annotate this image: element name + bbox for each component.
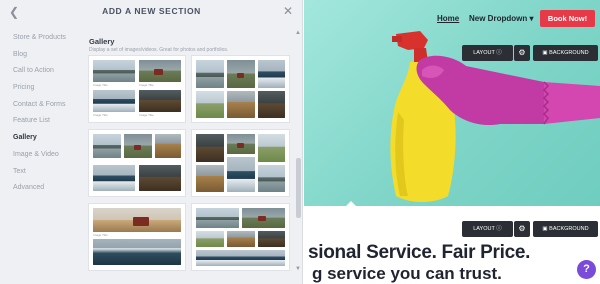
gallery-thumbnail xyxy=(93,208,181,232)
help-button[interactable]: ? xyxy=(577,260,596,279)
add-section-panel: ❮ ADD A NEW SECTION ✕ Store & Products B… xyxy=(0,0,303,284)
gallery-thumbnail xyxy=(139,165,181,191)
book-now-button[interactable]: Book Now! xyxy=(540,10,595,27)
gallery-thumbnail xyxy=(227,134,255,154)
background-button-2[interactable]: ▣ BACKGROUND xyxy=(533,221,598,237)
image-caption: Image Title xyxy=(93,113,108,117)
gallery-thumbnail xyxy=(93,134,121,158)
section-headline: sional Service. Fair Price. xyxy=(308,242,531,263)
gallery-thumbnail xyxy=(258,231,285,247)
category-call-to-action[interactable]: Call to Action xyxy=(0,63,82,80)
section-title: Gallery xyxy=(89,37,115,46)
gallery-thumbnail xyxy=(258,165,285,192)
scroll-up-icon[interactable]: ▲ xyxy=(295,30,301,36)
category-image-video[interactable]: Image & Video xyxy=(0,147,82,164)
section-divider-notch xyxy=(344,201,358,208)
gallery-thumbnail xyxy=(227,60,255,88)
scroll-thumb[interactable] xyxy=(296,158,301,218)
close-icon[interactable]: ✕ xyxy=(283,5,295,17)
image-caption: Image Title xyxy=(139,113,154,117)
category-gallery[interactable]: Gallery xyxy=(0,130,82,147)
gear-icon[interactable]: ⚙ xyxy=(514,221,530,237)
section-subheadline: g service you can trust. xyxy=(312,264,502,283)
nav-home-link[interactable]: Home xyxy=(437,14,459,23)
chevron-down-icon: ▾ xyxy=(527,14,534,23)
image-icon: ▣ xyxy=(542,226,548,232)
gallery-template-6[interactable] xyxy=(192,204,289,270)
gallery-template-2[interactable] xyxy=(192,56,289,122)
gallery-thumbnail xyxy=(258,60,285,88)
gallery-thumbnail xyxy=(139,60,181,82)
category-pricing[interactable]: Pricing xyxy=(0,80,82,97)
gallery-thumbnail xyxy=(93,239,181,265)
background-label: BACKGROUND xyxy=(549,226,589,232)
layout-label: LAYOUT xyxy=(473,226,495,232)
gallery-templates: Gallery Display a set of images/videos. … xyxy=(82,24,294,284)
gallery-thumbnail xyxy=(258,91,285,118)
page-preview: Home New Dropdown ▾ Book Now! LAYOUT ⓘ ⚙… xyxy=(304,0,600,284)
gallery-thumbnail xyxy=(196,165,224,192)
gallery-thumbnail xyxy=(227,231,255,247)
gallery-thumbnail xyxy=(227,91,255,118)
section-description: Display a set of images/videos. Great fo… xyxy=(89,47,229,53)
panel-scrollbar[interactable]: ▲ ▼ xyxy=(294,30,303,276)
category-contact-forms[interactable]: Contact & Forms xyxy=(0,97,82,114)
category-store-products[interactable]: Store & Products xyxy=(0,30,82,47)
gallery-thumbnail xyxy=(242,208,285,228)
gallery-thumbnail xyxy=(227,157,255,192)
background-button[interactable]: ▣ BACKGROUND xyxy=(533,45,598,61)
gallery-thumbnail xyxy=(93,165,135,191)
layout-button-2[interactable]: LAYOUT ⓘ xyxy=(462,221,513,237)
image-caption: Image Title xyxy=(93,83,108,87)
gallery-thumbnail xyxy=(124,134,152,158)
gallery-thumbnail xyxy=(155,134,181,158)
image-icon: ▣ xyxy=(542,50,548,56)
gallery-thumbnail xyxy=(139,90,181,112)
nav-dropdown-label: New Dropdown xyxy=(469,14,528,23)
gallery-thumbnail xyxy=(196,231,224,247)
panel-header: ❮ ADD A NEW SECTION ✕ xyxy=(0,0,303,24)
category-feature-list[interactable]: Feature List xyxy=(0,113,82,130)
category-advanced[interactable]: Advanced xyxy=(0,180,82,197)
gallery-thumbnail xyxy=(196,91,224,118)
gallery-template-1[interactable]: Image Title Image Title Image Title Imag… xyxy=(89,56,185,122)
gear-icon[interactable]: ⚙ xyxy=(514,45,530,61)
panel-title: ADD A NEW SECTION xyxy=(102,6,201,16)
info-icon: ⓘ xyxy=(496,50,502,56)
nav-dropdown[interactable]: New Dropdown ▾ xyxy=(469,14,533,23)
gallery-thumbnail xyxy=(93,90,135,112)
info-icon: ⓘ xyxy=(496,226,502,232)
gallery-thumbnail xyxy=(196,250,285,266)
gallery-thumbnail xyxy=(93,60,135,82)
gallery-template-3[interactable] xyxy=(89,130,185,196)
layout-button[interactable]: LAYOUT ⓘ xyxy=(462,45,513,61)
gallery-thumbnail xyxy=(196,60,224,88)
background-label: BACKGROUND xyxy=(549,50,589,56)
gallery-thumbnail xyxy=(196,208,239,228)
image-caption: Image Title xyxy=(93,233,108,237)
hero-section[interactable]: Home New Dropdown ▾ Book Now! LAYOUT ⓘ ⚙… xyxy=(304,0,600,206)
image-caption: Image Title xyxy=(139,83,154,87)
category-text[interactable]: Text xyxy=(0,164,82,181)
category-list: Store & Products Blog Call to Action Pri… xyxy=(0,30,82,197)
gallery-thumbnail xyxy=(258,134,285,162)
layout-label: LAYOUT xyxy=(473,50,495,56)
hero-image xyxy=(390,31,600,202)
gallery-template-5[interactable]: Image Title xyxy=(89,204,185,270)
gallery-template-4[interactable] xyxy=(192,130,289,196)
scroll-down-icon[interactable]: ▼ xyxy=(295,266,301,272)
gallery-thumbnail xyxy=(196,134,224,162)
category-blog[interactable]: Blog xyxy=(0,47,82,64)
